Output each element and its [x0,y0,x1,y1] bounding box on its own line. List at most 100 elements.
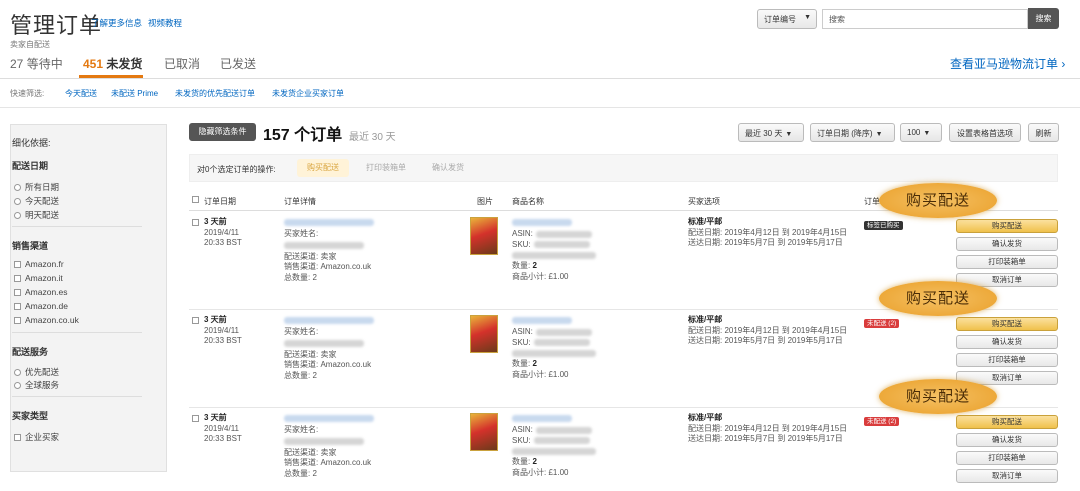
search-input[interactable]: 搜索 [822,9,1028,29]
bulk-print-slip-button[interactable]: 打印装箱单 [358,159,414,177]
asin-redacted [535,328,592,336]
order-date: 2019/4/11 [204,227,239,237]
tab-pending[interactable]: 27 等待中 [10,55,63,72]
tab-cancelled[interactable]: 已取消 [164,55,200,72]
quantity-value: 2 [532,359,537,368]
select-all-checkbox[interactable] [192,196,199,203]
sort-select[interactable]: 订单日期 (降序) ▼ [810,123,895,142]
filter-amazon-es[interactable]: Amazon.es [14,287,68,297]
product-detail-redacted [512,448,596,455]
order-status-badge: 未配送 (2) [864,417,900,426]
filter-label: Amazon.fr [25,259,64,269]
section-ship-date: 配送日期 [12,161,49,171]
filter-label: Amazon.it [25,273,63,283]
item-subtotal: 商品小计: £1.00 [512,467,569,477]
order-age: 3 天前 [204,315,227,324]
order-id-link[interactable] [284,415,374,422]
buy-shipping-button[interactable]: 购买配送 [956,317,1058,331]
product-image[interactable] [470,217,498,255]
quick-filter-today[interactable]: 今天配送 [65,88,97,99]
tab-count: 27 [10,57,24,71]
fba-orders-link[interactable]: 查看亚马逊物流订单 › [950,55,1065,72]
product-image[interactable] [470,413,498,451]
video-tutorial-link[interactable]: 视频教程 [148,17,182,29]
product-image[interactable] [470,315,498,353]
bulk-buy-shipping-button[interactable]: 购买配送 [297,159,349,177]
filter-amazon-uk[interactable]: Amazon.co.uk [14,315,79,325]
shipping-service: 标准/平邮 [688,413,723,422]
row-checkbox[interactable] [192,415,199,422]
order-count: 157 个订单 [263,127,343,144]
order-id-link[interactable] [284,219,374,226]
quick-filter-business[interactable]: 未发货企业买家订单 [272,88,344,99]
section-sales-channel: 销售渠道 [12,241,49,251]
bulk-confirm-ship-button[interactable]: 确认发货 [422,159,474,177]
item-subtotal: 商品小计: £1.00 [512,369,569,379]
sidebar-divider [12,226,142,227]
bulk-actions-label: 对0个选定订单的操作: [197,165,276,174]
order-date: 2019/4/11 [204,325,239,335]
sales-channel: 销售渠道: Amazon.co.uk [284,262,372,271]
page-title: 管理订单 [10,13,103,38]
total-quantity: 总数量: 2 [284,272,317,282]
quick-filter-divider [0,107,1080,108]
sku-redacted [533,437,590,445]
col-order-details: 订单详情 [284,197,316,206]
confirm-shipment-button[interactable]: 确认发货 [956,237,1058,251]
buyer-name-redacted [284,339,364,347]
quick-filter-prime[interactable]: 未配送 Prime [111,88,158,99]
order-range-label: 最近 30 天 [349,132,396,143]
col-order-status: 订单 [864,197,880,206]
confirm-shipment-button[interactable]: 确认发货 [956,335,1058,349]
table-settings-button[interactable]: 设置表格首选项 [949,123,1021,142]
filter-ship-today[interactable]: 今天配送 [14,195,59,207]
col-buyer-options: 买家选项 [688,197,720,206]
hide-filters-button[interactable]: 隐藏筛选条件 [189,123,256,141]
filter-amazon-fr[interactable]: Amazon.fr [14,259,64,269]
tab-count: 451 [83,57,104,71]
learn-more-link[interactable]: 了解更多信息 [91,17,142,29]
filter-label: 全球服务 [25,380,60,390]
tab-divider [0,78,1080,79]
quantity-label: 数量: [512,457,533,466]
tab-sent[interactable]: 已发送 [220,55,256,72]
row-checkbox[interactable] [192,219,199,226]
col-image: 图片 [477,197,493,206]
print-packing-slip-button[interactable]: 打印装箱单 [956,353,1058,367]
buy-shipping-button[interactable]: 购买配送 [956,415,1058,429]
order-id-link[interactable] [284,317,374,324]
refresh-button[interactable]: 刷新 [1028,123,1059,142]
asin-redacted [535,230,592,238]
quick-filter-priority[interactable]: 未发货的优先配送订单 [175,88,255,99]
sku-label: SKU: [512,435,531,445]
filter-label: 今天配送 [25,196,60,206]
print-packing-slip-button[interactable]: 打印装箱单 [956,255,1058,269]
filter-all-dates[interactable]: 所有日期 [14,181,59,193]
per-page-select[interactable]: 100 ▼ [900,123,942,142]
item-subtotal: 商品小计: £1.00 [512,271,569,281]
section-ship-service: 配送服务 [12,347,49,357]
buy-shipping-button[interactable]: 购买配送 [956,219,1058,233]
filter-label: Amazon.co.uk [25,315,79,325]
product-title-link[interactable] [512,317,572,324]
date-range-select[interactable]: 最近 30 天 ▼ [738,123,804,142]
filter-amazon-de[interactable]: Amazon.de [14,301,68,311]
product-title-link[interactable] [512,219,572,226]
print-packing-slip-button[interactable]: 打印装箱单 [956,451,1058,465]
search-button[interactable]: 搜索 [1028,8,1059,29]
row-checkbox[interactable] [192,317,199,324]
filter-ship-tomorrow[interactable]: 明天配送 [14,209,59,221]
quantity-label: 数量: [512,359,533,368]
radio-icon [14,183,21,191]
filter-amazon-it[interactable]: Amazon.it [14,273,63,283]
filter-global[interactable]: 全球服务 [14,379,59,391]
filter-business-buyer[interactable]: 企业买家 [14,431,59,443]
confirm-shipment-button[interactable]: 确认发货 [956,433,1058,447]
product-title-link[interactable] [512,415,572,422]
tab-unshipped[interactable]: 451 未发货 [83,55,142,72]
search-type-dropdown[interactable]: 订单编号 ▼ [757,9,817,29]
col-order-date[interactable]: 订单日期 [204,196,236,207]
cancel-order-button[interactable]: 取消订单 [956,469,1058,483]
filter-priority[interactable]: 优先配送 [14,366,59,378]
buyer-name-redacted [284,437,364,445]
